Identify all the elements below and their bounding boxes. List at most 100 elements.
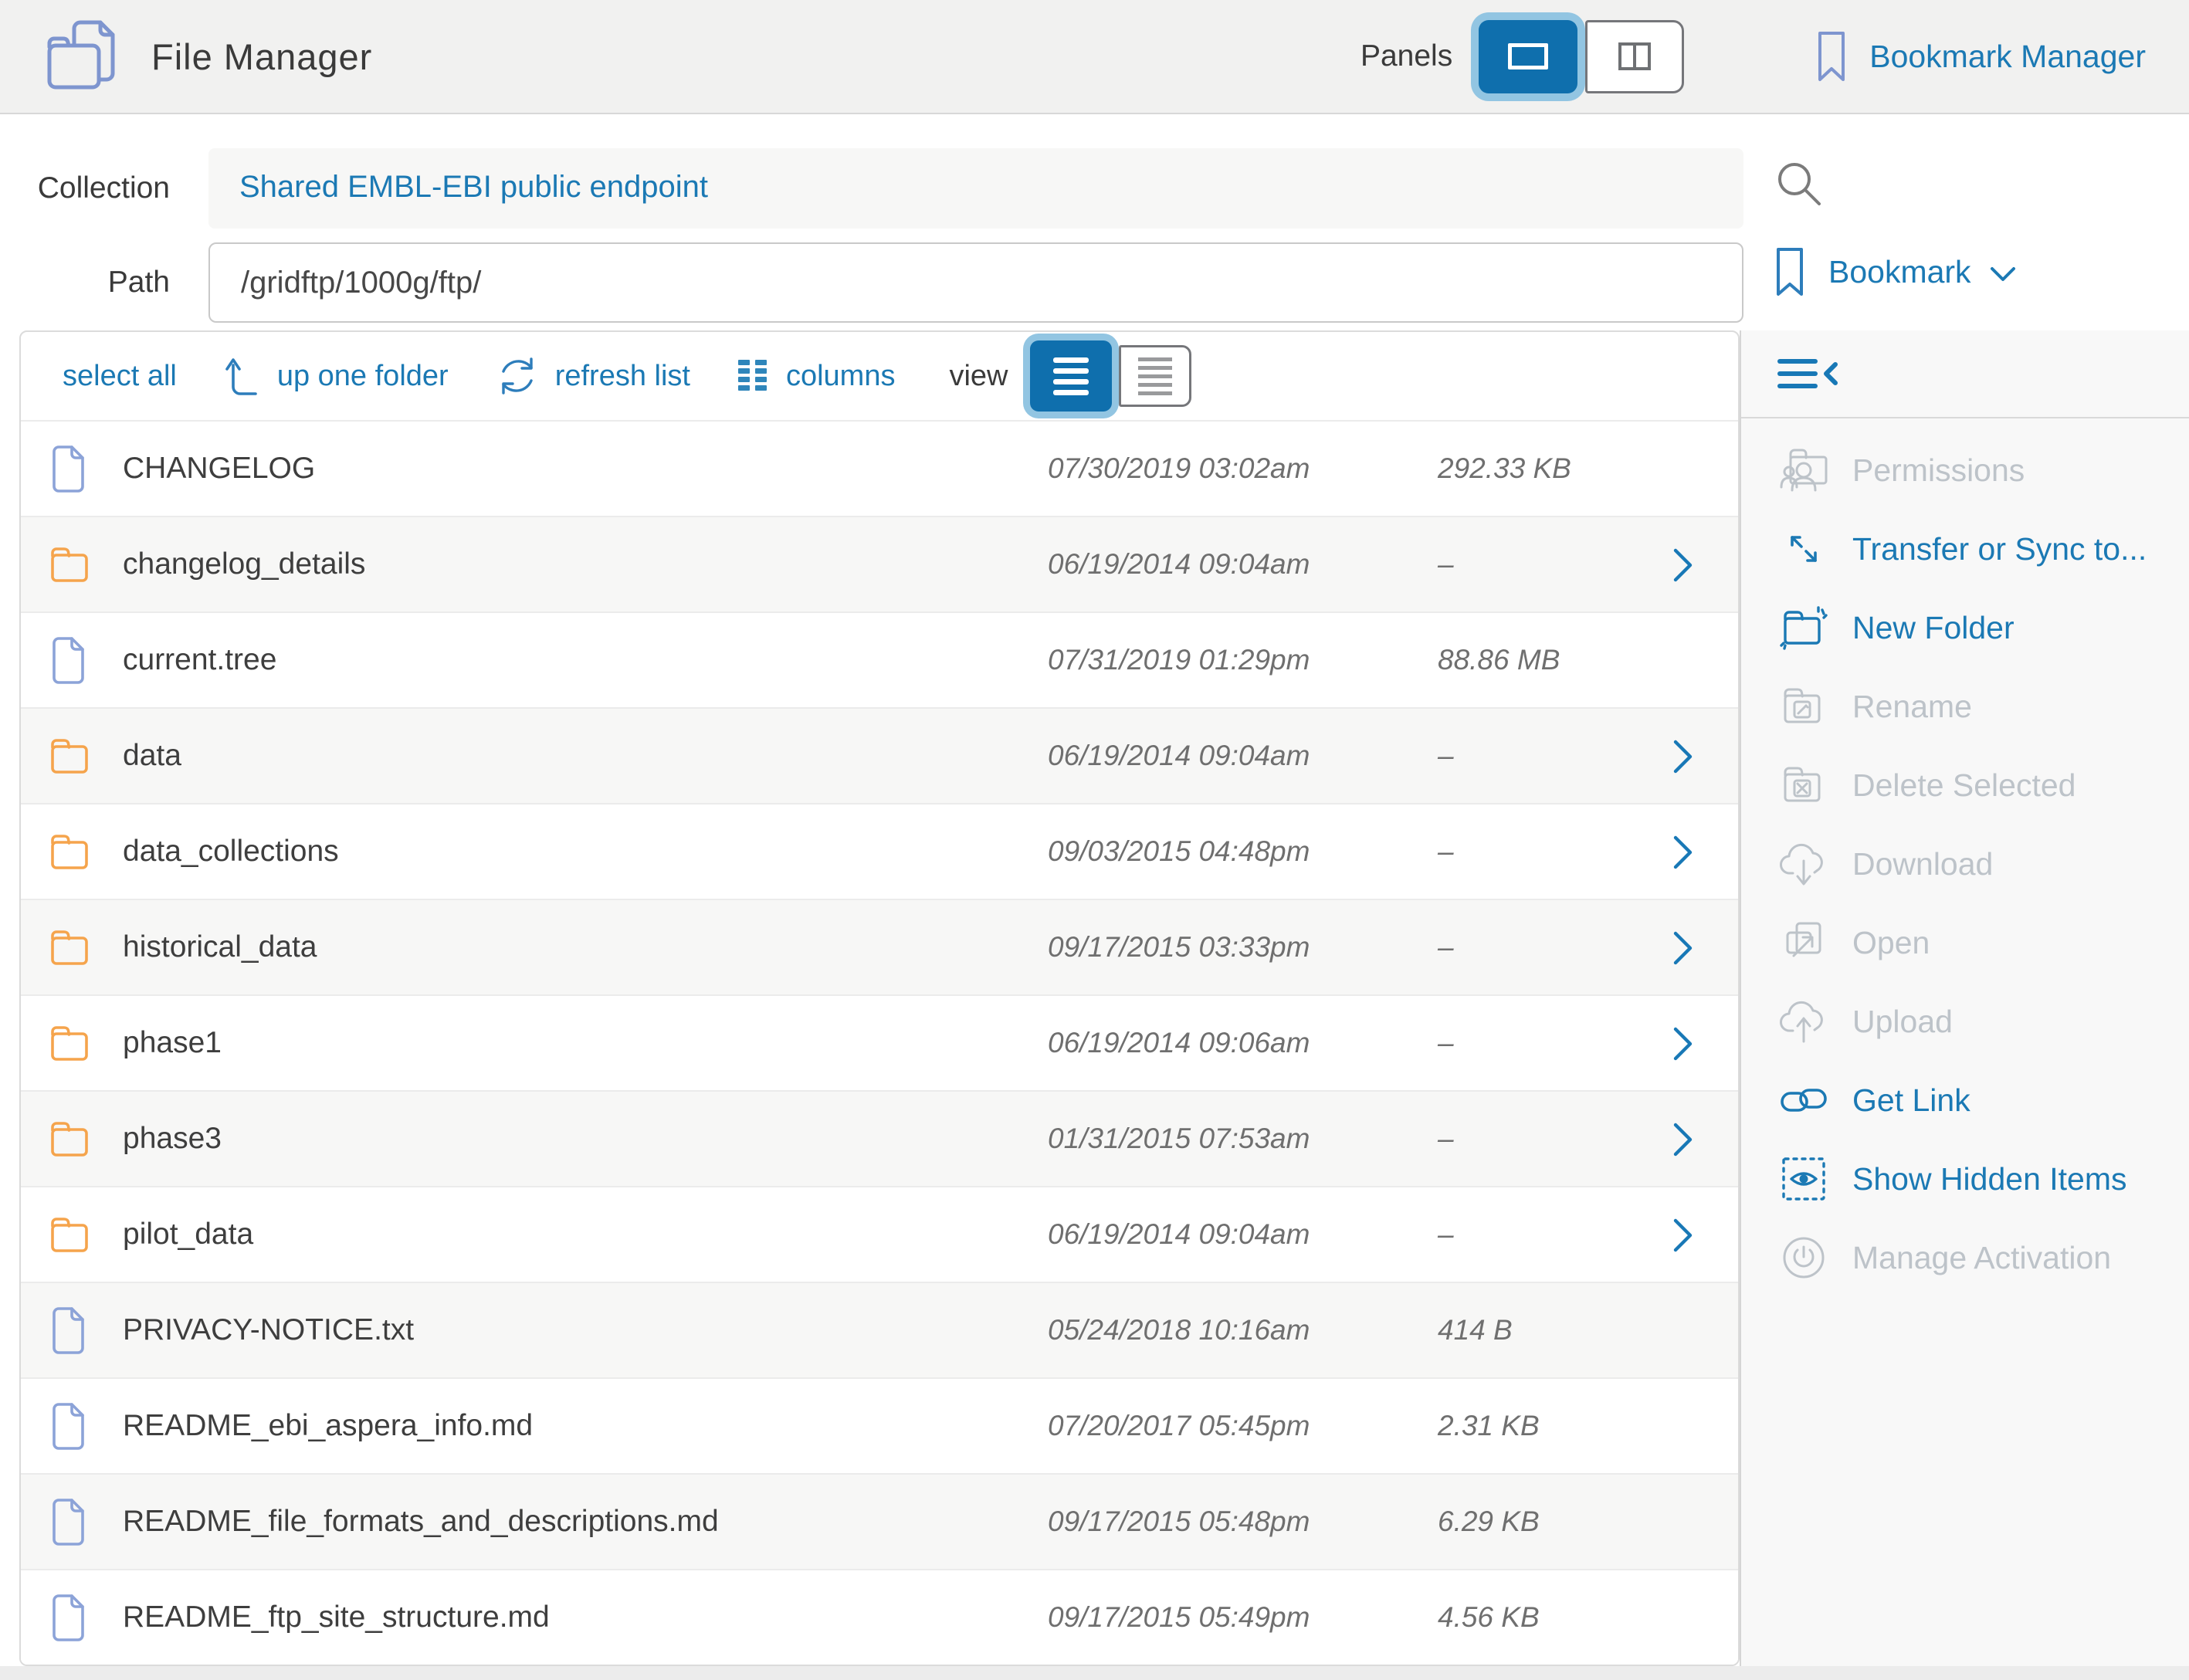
file-size: –	[1438, 740, 1454, 772]
sidebar-item-manage-activation[interactable]: Manage Activation	[1741, 1218, 2189, 1297]
chevron-right-icon[interactable]	[1673, 931, 1693, 965]
sidebar-item-open[interactable]: Open	[1741, 903, 2189, 982]
file-name: historical_data	[123, 930, 317, 964]
get-link-icon	[1767, 1084, 1840, 1116]
permissions-icon	[1767, 447, 1840, 493]
file-row[interactable]: data_collections 09/03/2015 04:48pm –	[21, 803, 1738, 899]
sidebar-actions-list: Permissions Transfer or Sync to... New F…	[1741, 418, 2189, 1297]
sidebar-header	[1741, 330, 2189, 418]
sidebar-item-rename[interactable]: Rename	[1741, 667, 2189, 746]
file-row[interactable]: historical_data 09/17/2015 03:33pm –	[21, 899, 1738, 994]
file-name: phase1	[123, 1026, 222, 1060]
file-modified: 06/19/2014 09:04am	[1048, 1218, 1310, 1251]
view-label: view	[949, 360, 1008, 393]
file-modified: 06/19/2014 09:04am	[1048, 740, 1310, 772]
bookmark-icon	[1815, 31, 1848, 82]
file-modified: 09/17/2015 05:48pm	[1048, 1506, 1310, 1538]
file-row[interactable]: changelog_details 06/19/2014 09:04am –	[21, 516, 1738, 611]
up-one-folder-label: up one folder	[277, 360, 449, 393]
file-modified: 01/31/2015 07:53am	[1048, 1123, 1310, 1155]
folder-icon	[49, 928, 90, 967]
collection-label: Collection	[0, 148, 170, 229]
file-row[interactable]: README_file_formats_and_descriptions.md …	[21, 1473, 1738, 1569]
file-row[interactable]: pilot_data 06/19/2014 09:04am –	[21, 1186, 1738, 1282]
file-modified: 09/17/2015 05:49pm	[1048, 1601, 1310, 1634]
file-row[interactable]: CHANGELOG 07/30/2019 03:02am 292.33 KB	[21, 420, 1738, 516]
sidebar-item-get-link[interactable]: Get Link	[1741, 1061, 2189, 1140]
actions-sidebar: Permissions Transfer or Sync to... New F…	[1740, 330, 2189, 1666]
file-size: –	[1438, 835, 1454, 868]
folder-icon	[49, 1215, 90, 1254]
file-size: 6.29 KB	[1438, 1506, 1540, 1538]
file-size: 4.56 KB	[1438, 1601, 1540, 1634]
file-row[interactable]: PRIVACY-NOTICE.txt 05/24/2018 10:16am 41…	[21, 1282, 1738, 1377]
download-icon	[1767, 841, 1840, 887]
file-row[interactable]: data 06/19/2014 09:04am –	[21, 707, 1738, 803]
bookmark-manager-link[interactable]: Bookmark Manager	[1815, 31, 2146, 82]
refresh-list-label: refresh list	[555, 360, 690, 393]
sidebar-item-permissions[interactable]: Permissions	[1741, 431, 2189, 510]
file-size: 2.31 KB	[1438, 1410, 1540, 1442]
chevron-right-icon[interactable]	[1673, 1123, 1693, 1157]
page-bottom-strip	[0, 1666, 2189, 1680]
file-icon	[49, 1594, 90, 1641]
collection-row: Collection Shared EMBL-EBI public endpoi…	[0, 148, 2189, 229]
file-size: 88.86 MB	[1438, 644, 1560, 676]
panels-toggle	[1479, 20, 1684, 93]
file-name: changelog_details	[123, 547, 365, 581]
folder-icon	[49, 832, 90, 871]
file-name: README_ebi_aspera_info.md	[123, 1409, 533, 1443]
panels-label: Panels	[1361, 39, 1452, 73]
folder-icon	[49, 1024, 90, 1062]
file-name: phase3	[123, 1122, 222, 1156]
rename-icon	[1767, 686, 1840, 727]
select-all-label: select all	[63, 360, 177, 393]
file-name: CHANGELOG	[123, 452, 315, 486]
file-row[interactable]: phase1 06/19/2014 09:06am –	[21, 994, 1738, 1090]
file-name: README_ftp_site_structure.md	[123, 1600, 550, 1634]
page-title: File Manager	[151, 36, 372, 78]
bookmark-label: Bookmark	[1828, 254, 1971, 290]
file-name: data	[123, 739, 181, 773]
sidebar-item-new-folder[interactable]: New Folder	[1741, 588, 2189, 667]
sidebar-item-show-hidden-items[interactable]: Show Hidden Items	[1741, 1140, 2189, 1218]
file-row[interactable]: phase3 01/31/2015 07:53am –	[21, 1090, 1738, 1186]
dual-panel-button[interactable]	[1585, 20, 1684, 93]
sidebar-item-upload[interactable]: Upload	[1741, 982, 2189, 1061]
chevron-right-icon[interactable]	[1673, 548, 1693, 582]
list-view-button[interactable]	[1030, 340, 1112, 412]
file-row[interactable]: README_ftp_site_structure.md 09/17/2015 …	[21, 1569, 1738, 1665]
file-name: PRIVACY-NOTICE.txt	[123, 1313, 414, 1347]
bookmark-dropdown[interactable]: Bookmark	[1774, 247, 2016, 296]
collapse-sidebar-icon[interactable]	[1777, 357, 1842, 390]
search-button[interactable]	[1773, 158, 1824, 208]
file-size: –	[1438, 1218, 1454, 1251]
columns-button[interactable]: columns	[738, 360, 896, 393]
file-icon	[49, 636, 90, 684]
file-modified: 09/17/2015 03:33pm	[1048, 931, 1310, 964]
single-panel-button[interactable]	[1479, 20, 1577, 93]
path-input[interactable]: /gridftp/1000g/ftp/	[208, 242, 1743, 323]
file-modified: 05/24/2018 10:16am	[1048, 1314, 1310, 1346]
select-all-button[interactable]: select all	[63, 360, 177, 393]
file-modified: 06/19/2014 09:04am	[1048, 548, 1310, 581]
up-one-folder-button[interactable]: up one folder	[225, 356, 449, 396]
refresh-icon	[496, 355, 538, 397]
chevron-right-icon[interactable]	[1673, 1027, 1693, 1061]
condensed-view-button[interactable]	[1119, 345, 1191, 407]
sidebar-item-delete-selected[interactable]: Delete Selected	[1741, 746, 2189, 825]
transfer-icon	[1767, 529, 1840, 569]
sidebar-item-transfer-or-sync-to[interactable]: Transfer or Sync to...	[1741, 510, 2189, 588]
sidebar-item-download[interactable]: Download	[1741, 825, 2189, 903]
chevron-right-icon[interactable]	[1673, 1218, 1693, 1252]
app-header: File Manager Panels Bookmark Manager	[0, 0, 2189, 114]
file-size: 414 B	[1438, 1314, 1513, 1346]
dual-panel-icon	[1618, 42, 1651, 70]
collection-input[interactable]: Shared EMBL-EBI public endpoint	[208, 148, 1743, 229]
chevron-right-icon[interactable]	[1673, 740, 1693, 774]
file-row[interactable]: README_ebi_aspera_info.md 07/20/2017 05:…	[21, 1377, 1738, 1473]
refresh-list-button[interactable]: refresh list	[496, 355, 690, 397]
file-name: README_file_formats_and_descriptions.md	[123, 1505, 719, 1539]
file-row[interactable]: current.tree 07/31/2019 01:29pm 88.86 MB	[21, 611, 1738, 707]
chevron-right-icon[interactable]	[1673, 835, 1693, 869]
